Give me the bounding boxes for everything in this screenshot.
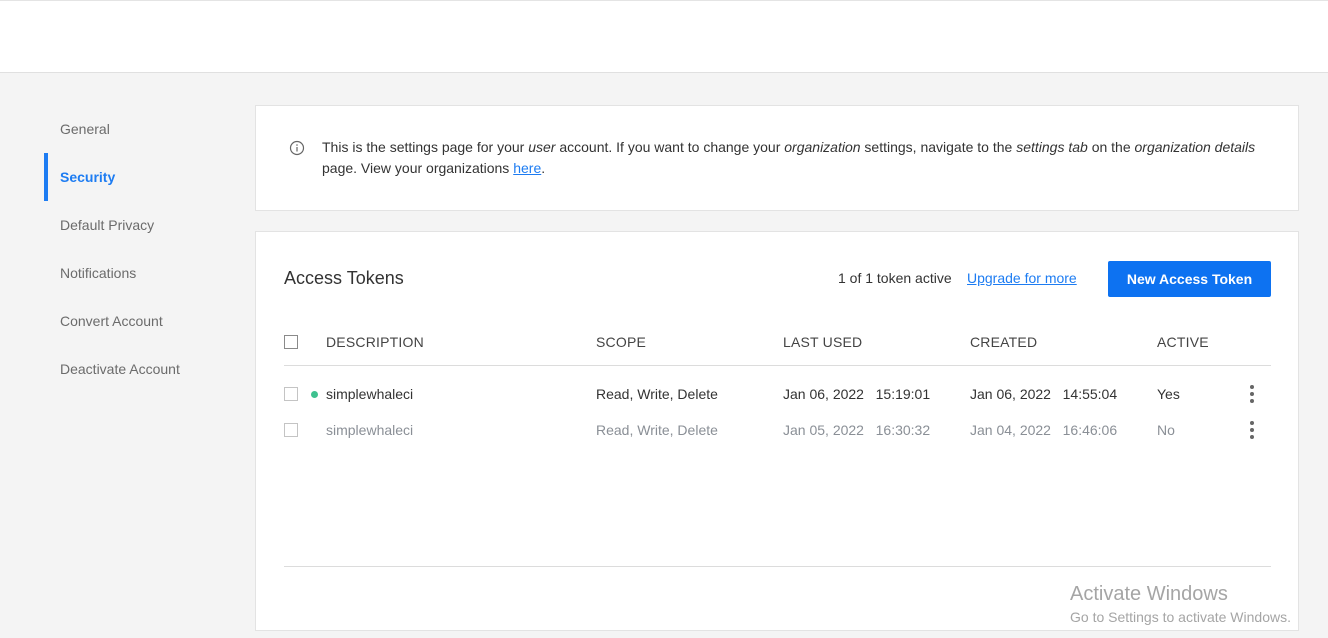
- upgrade-link[interactable]: Upgrade for more: [967, 270, 1077, 286]
- column-header-active[interactable]: ACTIVE: [1157, 334, 1209, 350]
- activate-windows-watermark: Activate Windows Go to Settings to activ…: [1070, 582, 1291, 627]
- info-circle-icon: [289, 140, 305, 156]
- kebab-menu-icon[interactable]: [1248, 385, 1256, 403]
- access-tokens-title: Access Tokens: [284, 268, 404, 288]
- token-description: simplewhaleci: [326, 422, 414, 438]
- token-last-used: Jan 05, 2022 16:30:32: [783, 422, 931, 438]
- active-status-dot: [311, 391, 318, 398]
- column-header-description[interactable]: DESCRIPTION: [326, 334, 424, 350]
- column-header-last-used[interactable]: LAST USED: [783, 334, 862, 350]
- top-header-bar: [0, 0, 1328, 73]
- column-header-scope[interactable]: SCOPE: [596, 334, 646, 350]
- sidebar-item-deactivate-account[interactable]: Deactivate Account: [44, 345, 234, 393]
- token-count-text: 1 of 1 token active: [838, 270, 952, 286]
- column-header-created[interactable]: CREATED: [970, 334, 1037, 350]
- token-scope: Read, Write, Delete: [596, 422, 718, 438]
- token-description: simplewhaleci: [326, 386, 414, 402]
- row-checkbox[interactable]: [284, 387, 298, 401]
- sidebar-item-default-privacy[interactable]: Default Privacy: [44, 201, 234, 249]
- token-created: Jan 04, 2022 16:46:06: [970, 422, 1118, 438]
- info-banner: This is the settings page for your user …: [255, 105, 1299, 211]
- access-tokens-panel: Access Tokens 1 of 1 token active Upgrad…: [255, 231, 1299, 631]
- token-created: Jan 06, 2022 14:55:04: [970, 386, 1118, 402]
- row-checkbox[interactable]: [284, 423, 298, 437]
- sidebar-item-security[interactable]: Security: [44, 153, 234, 201]
- token-last-used: Jan 06, 2022 15:19:01: [783, 386, 931, 402]
- token-active: Yes: [1157, 386, 1180, 402]
- watermark-subtitle: Go to Settings to activate Windows.: [1070, 609, 1291, 625]
- token-scope: Read, Write, Delete: [596, 386, 718, 402]
- organizations-link[interactable]: here: [513, 160, 541, 176]
- kebab-menu-icon[interactable]: [1248, 421, 1256, 439]
- watermark-title: Activate Windows: [1070, 583, 1228, 605]
- table-footer-divider: [284, 566, 1271, 567]
- token-active: No: [1157, 422, 1175, 438]
- new-access-token-button[interactable]: New Access Token: [1108, 261, 1271, 297]
- header-divider: [284, 365, 1271, 366]
- select-all-checkbox[interactable]: [284, 335, 298, 349]
- sidebar-item-notifications[interactable]: Notifications: [44, 249, 234, 297]
- sidebar-item-convert-account[interactable]: Convert Account: [44, 297, 234, 345]
- sidebar-item-general[interactable]: General: [44, 105, 234, 153]
- info-message: This is the settings page for your user …: [322, 139, 1256, 176]
